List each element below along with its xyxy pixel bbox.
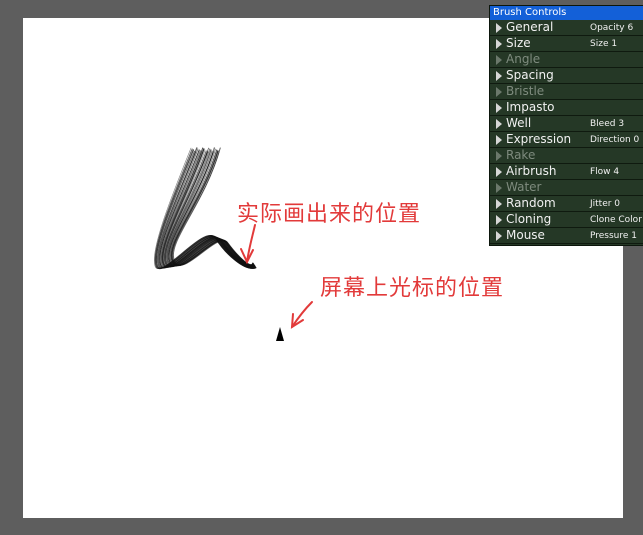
annotation-arrow-cursor	[290, 301, 313, 329]
triangle-right-icon[interactable]	[496, 183, 502, 193]
triangle-right-icon[interactable]	[496, 23, 502, 33]
brush-control-label: Spacing	[506, 68, 554, 82]
brush-control-random[interactable]: Random Jitter 0	[490, 196, 643, 212]
triangle-right-icon[interactable]	[496, 231, 502, 241]
brush-control-spacing[interactable]: Spacing	[490, 68, 643, 84]
brush-control-value: Direction 0	[590, 135, 640, 145]
brush-control-label: Size	[506, 36, 531, 50]
brush-control-label: Cloning	[506, 212, 552, 226]
brush-control-label: Expression	[506, 132, 572, 146]
brush-control-value: Bleed 3	[590, 119, 625, 129]
brush-control-value: Size 1	[590, 39, 618, 49]
brush-control-mouse[interactable]: Mouse Pressure 1	[490, 228, 643, 244]
triangle-right-icon[interactable]	[496, 71, 502, 81]
triangle-right-icon[interactable]	[496, 167, 502, 177]
brush-control-value: Jitter 0	[590, 199, 621, 209]
brush-control-label: Mouse	[506, 228, 545, 242]
brush-control-value: Clone Color 0	[590, 215, 643, 225]
triangle-right-icon[interactable]	[496, 199, 502, 209]
brush-control-value: Pressure 1	[590, 231, 638, 241]
brush-control-label: Rake	[506, 148, 536, 162]
brush-control-cloning[interactable]: Cloning Clone Color 0	[490, 212, 643, 228]
triangle-right-icon[interactable]	[496, 215, 502, 225]
actual-position-label: 实际画出来的位置	[237, 202, 422, 227]
brush-control-rake[interactable]: Rake	[490, 148, 643, 164]
triangle-right-icon[interactable]	[496, 55, 502, 65]
cursor-position-label: 屏幕上光标的位置	[320, 276, 505, 301]
brush-control-angle[interactable]: Angle	[490, 52, 643, 68]
triangle-right-icon[interactable]	[496, 151, 502, 161]
triangle-right-icon[interactable]	[496, 119, 502, 129]
triangle-right-icon[interactable]	[496, 87, 502, 97]
brush-control-label: General	[506, 20, 554, 34]
brush-control-label: Impasto	[506, 100, 555, 114]
brush-control-label: Airbrush	[506, 164, 557, 178]
brush-control-label: Well	[506, 116, 532, 130]
brush-control-impasto[interactable]: Impasto	[490, 100, 643, 116]
triangle-right-icon[interactable]	[496, 135, 502, 145]
brush-control-bristle[interactable]: Bristle	[490, 84, 643, 100]
brush-control-water[interactable]: Water	[490, 180, 643, 196]
brush-control-label: Water	[506, 180, 542, 194]
brush-control-label: Bristle	[506, 84, 545, 98]
brush-control-expression[interactable]: Expression Direction 0	[490, 132, 643, 148]
arrow-cursor-icon	[276, 327, 284, 341]
brush-control-label: Angle	[506, 52, 541, 66]
panel-title-bar[interactable]: Brush Controls	[490, 6, 643, 20]
brush-control-well[interactable]: Well Bleed 3	[490, 116, 643, 132]
annotation-arrow-actual	[240, 224, 256, 265]
brush-control-value: Opacity 6	[590, 23, 634, 33]
brush-control-airbrush[interactable]: Airbrush Flow 4	[490, 164, 643, 180]
triangle-right-icon[interactable]	[496, 39, 502, 49]
triangle-right-icon[interactable]	[496, 103, 502, 113]
brush-control-label: Random	[506, 196, 556, 210]
brush-control-value: Flow 4	[590, 167, 620, 177]
brush-control-size[interactable]: Size Size 1	[490, 36, 643, 52]
brush-controls-panel: Brush Controls General Opacity 6 Size Size …	[489, 5, 643, 246]
brush-control-general[interactable]: General Opacity 6	[490, 20, 643, 36]
